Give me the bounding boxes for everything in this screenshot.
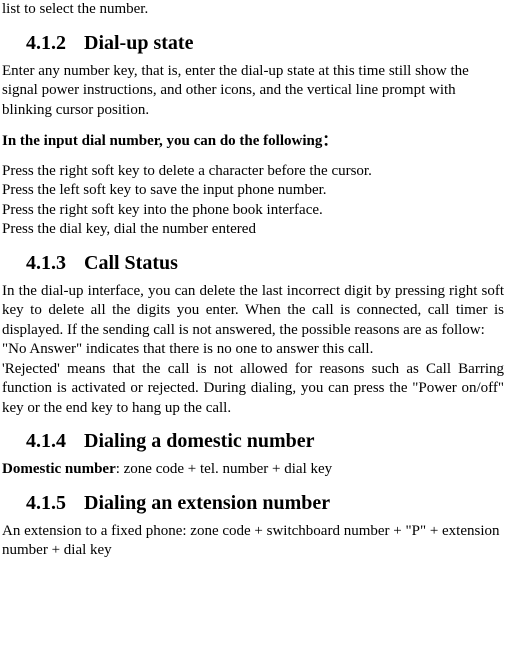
- sec-413-para3: 'Rejected' means that the call is not al…: [2, 360, 504, 419]
- sec-413-para1: In the dial-up interface, you can delete…: [2, 282, 504, 341]
- sec-414-line-suffix: : zone code + tel. number + dial key: [116, 461, 332, 477]
- heading-412: 4.1.2 Dial-up state: [2, 30, 504, 56]
- heading-413: 4.1.3 Call Status: [2, 250, 504, 276]
- sec-412-action-2: Press the left soft key to save the inpu…: [2, 181, 504, 201]
- sec-413-para2: "No Answer" indicates that there is no o…: [2, 340, 504, 360]
- top-fragment-text: list to select the number.: [2, 0, 504, 20]
- sec-412-action-1: Press the right soft key to delete a cha…: [2, 162, 504, 182]
- heading-414-number: 4.1.4: [26, 428, 66, 454]
- sec-412-intro: Enter any number key, that is, enter the…: [2, 62, 504, 121]
- sec-412-action-4: Press the dial key, dial the number ente…: [2, 220, 504, 240]
- sec-412-bold-line: In the input dial number, you can do the…: [2, 132, 504, 152]
- heading-414-title: Dialing a domestic number: [84, 430, 315, 452]
- sec-415-para: An extension to a fixed phone: zone code…: [2, 522, 504, 561]
- heading-415-title: Dialing an extension number: [84, 492, 330, 514]
- heading-412-title: Dial-up state: [84, 32, 193, 54]
- sec-412-action-3: Press the right soft key into the phone …: [2, 201, 504, 221]
- sec-414-line-prefix: Domestic number: [2, 461, 116, 477]
- heading-415-number: 4.1.5: [26, 490, 66, 516]
- heading-415: 4.1.5 Dialing an extension number: [2, 490, 504, 516]
- heading-413-number: 4.1.3: [26, 250, 66, 276]
- sec-414-line: Domestic number: zone code + tel. number…: [2, 460, 504, 480]
- heading-414: 4.1.4 Dialing a domestic number: [2, 428, 504, 454]
- heading-412-number: 4.1.2: [26, 30, 66, 56]
- heading-413-title: Call Status: [84, 252, 178, 274]
